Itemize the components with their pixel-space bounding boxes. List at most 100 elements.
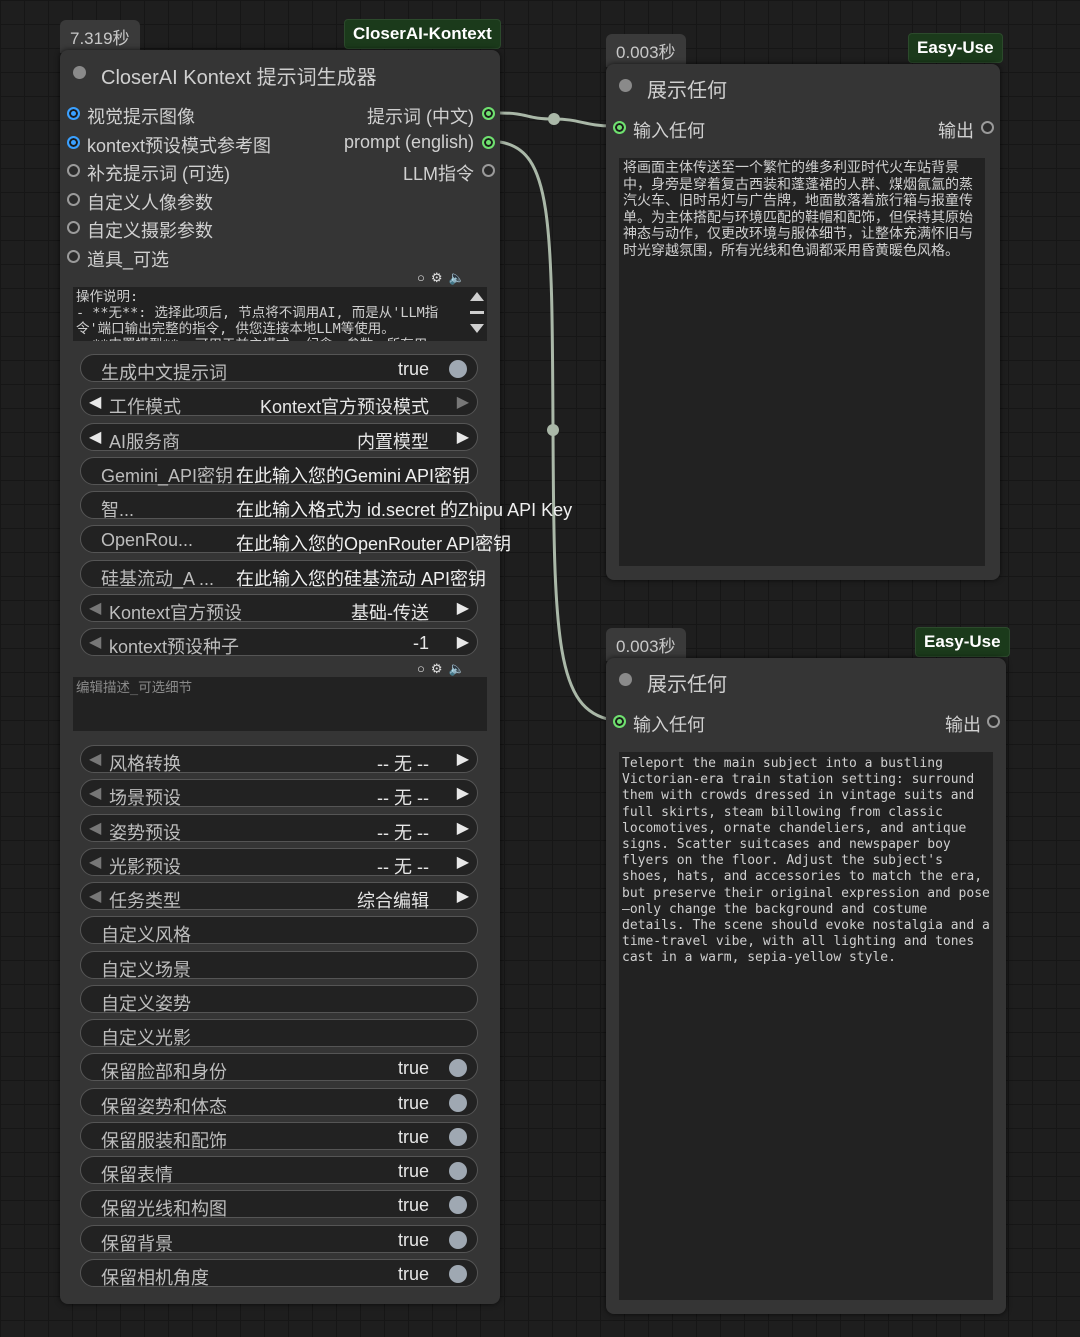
toggle-knob[interactable]: [449, 1162, 467, 1180]
arrow-right-icon[interactable]: ▶: [457, 427, 469, 447]
display-text-zh[interactable]: 将画面主体传送至一个繁忙的维多利亚时代火车站背景中，身旁是穿着复古西装和蓬蓬裙的…: [619, 158, 985, 566]
circle-icon[interactable]: ○: [417, 661, 431, 676]
combo-widget[interactable]: ◀ 任务类型 综合编辑 ▶: [80, 882, 478, 911]
toggle-knob[interactable]: [449, 1264, 467, 1283]
text-widget[interactable]: Gemini_API密钥 在此输入您的Gemini API密钥: [80, 456, 478, 486]
toggle-widget[interactable]: 保留相机角度 true: [80, 1258, 478, 1288]
arrow-left-icon[interactable]: ◀: [89, 427, 101, 447]
node-source-tag: Easy-Use: [908, 33, 1003, 63]
widget-label: OpenRou...: [101, 530, 194, 551]
arrow-right-icon[interactable]: ▶: [457, 818, 469, 838]
arrow-right-icon[interactable]: ▶: [457, 852, 469, 872]
text-widget[interactable]: OpenRou... 在此输入您的OpenRouter API密钥: [80, 525, 511, 554]
combo-widget[interactable]: ◀ 光影预设 -- 无 -- ▶: [80, 847, 478, 877]
toggle-widget[interactable]: 保留姿势和体态 true: [80, 1087, 478, 1117]
text-widget[interactable]: 自定义场景: [80, 950, 478, 980]
edit-description-textarea[interactable]: 编辑描述_可选细节: [73, 677, 487, 731]
arrow-left-icon[interactable]: ◀: [89, 632, 101, 652]
arrow-left-icon[interactable]: ◀: [89, 598, 101, 618]
text-widget[interactable]: 硅基流动_A ... 在此输入您的硅基流动 API密钥: [80, 559, 486, 589]
node-source-tag: Easy-Use: [915, 627, 1010, 657]
textarea-scroll-bar-icon[interactable]: [470, 311, 484, 314]
toggle-knob[interactable]: [449, 1196, 467, 1215]
input-label: 输入任何: [633, 715, 705, 735]
widget-value: 在此输入您的Gemini API密钥: [236, 465, 471, 486]
text-widget[interactable]: 自定义姿势: [80, 984, 478, 1014]
combo-widget[interactable]: ◀ 工作模式 Kontext官方预设模式 ▶: [80, 388, 478, 417]
toggle-widget[interactable]: 保留光线和构图 true: [80, 1190, 478, 1220]
input-label: 输入任何: [633, 121, 705, 141]
widget-label: Kontext官方预设: [109, 602, 243, 623]
instructions-textarea[interactable]: 操作说明: - **无**: 选择此项后, 节点将不调用AI, 而是从'LLM指…: [73, 287, 487, 341]
input-port[interactable]: [67, 193, 80, 206]
output-port[interactable]: [482, 136, 495, 149]
output-port[interactable]: [987, 715, 1000, 728]
input-port[interactable]: [67, 107, 80, 120]
input-port[interactable]: [67, 164, 80, 177]
arrow-left-icon[interactable]: ◀: [89, 818, 101, 838]
widget-label: 风格转换: [109, 754, 181, 774]
widget-value: true: [397, 1092, 429, 1113]
combo-widget[interactable]: ◀ 姿势预设 -- 无 -- ▶: [80, 813, 478, 843]
node-title: CloserAI Kontext 提示词生成器: [101, 67, 377, 89]
textarea-scroll-down-icon[interactable]: [470, 324, 484, 333]
input-label: 自定义人像参数: [87, 193, 213, 213]
toggle-knob[interactable]: [449, 1059, 467, 1078]
speaker-icon[interactable]: 🔈: [449, 270, 471, 285]
combo-widget[interactable]: ◀ 场景预设 -- 无 -- ▶: [80, 779, 478, 808]
arrow-right-icon[interactable]: ▶: [457, 886, 469, 906]
output-port[interactable]: [981, 121, 994, 134]
text-widget[interactable]: 自定义风格: [80, 916, 478, 945]
arrow-left-icon[interactable]: ◀: [89, 852, 101, 872]
combo-widget[interactable]: ◀ Kontext官方预设 基础-传送 ▶: [80, 593, 478, 623]
display-text-en[interactable]: Teleport the main subject into a bustlin…: [619, 752, 993, 1300]
collapse-dot[interactable]: [619, 79, 632, 92]
gear-icon[interactable]: ⚙: [431, 661, 449, 676]
output-port[interactable]: [482, 164, 495, 177]
node-source-tag: CloserAI-Kontext: [344, 19, 501, 49]
arrow-right-icon[interactable]: ▶: [457, 632, 469, 652]
toggle-widget[interactable]: 生成中文提示词 true: [80, 354, 478, 383]
widget-value: -- 无 --: [377, 754, 429, 774]
link-zh-to-show1: [499, 111, 613, 128]
gear-icon[interactable]: ⚙: [431, 270, 449, 285]
arrow-left-icon[interactable]: ◀: [89, 783, 101, 803]
input-port[interactable]: [67, 221, 80, 234]
arrow-left-icon[interactable]: ◀: [89, 392, 101, 412]
widget-value: true: [397, 1161, 429, 1181]
toggle-widget[interactable]: 保留脸部和身份 true: [80, 1053, 478, 1083]
input-label: 自定义摄影参数: [87, 221, 213, 241]
widget-label: 保留脸部和身份: [101, 1062, 227, 1083]
text-widget[interactable]: 自定义光影: [80, 1019, 478, 1048]
arrow-left-icon[interactable]: ◀: [89, 749, 101, 769]
input-port[interactable]: [67, 136, 80, 149]
textarea-scroll-up-icon[interactable]: [470, 292, 484, 301]
toggle-knob[interactable]: [449, 1127, 467, 1146]
arrow-right-icon[interactable]: ▶: [457, 749, 469, 769]
toggle-knob[interactable]: [449, 360, 467, 378]
text-widget[interactable]: 智... 在此输入格式为 id.secret 的Zhipu API Key: [80, 491, 572, 520]
arrow-right-icon[interactable]: ▶: [457, 392, 469, 412]
arrow-right-icon[interactable]: ▶: [457, 783, 469, 803]
toggle-knob[interactable]: [449, 1093, 467, 1112]
toggle-widget[interactable]: 保留表情 true: [80, 1156, 478, 1185]
collapse-dot[interactable]: [73, 66, 86, 79]
widget-value: true: [397, 1126, 429, 1147]
speaker-icon[interactable]: 🔈: [449, 661, 471, 676]
arrow-left-icon[interactable]: ◀: [89, 886, 101, 906]
toggle-widget[interactable]: 保留服装和配饰 true: [80, 1121, 478, 1151]
combo-widget[interactable]: ◀ kontext预设种子 -1 ▶: [80, 628, 478, 657]
toggle-knob[interactable]: [449, 1230, 467, 1249]
combo-widget[interactable]: ◀ AI服务商 内置模型 ▶: [80, 422, 478, 452]
toggle-widget[interactable]: 保留背景 true: [80, 1224, 478, 1254]
input-port[interactable]: [613, 715, 626, 728]
combo-widget[interactable]: ◀ 风格转换 -- 无 -- ▶: [80, 745, 478, 774]
input-port[interactable]: [613, 121, 626, 134]
input-port[interactable]: [67, 250, 80, 263]
circle-icon[interactable]: ○: [417, 270, 431, 285]
collapse-dot[interactable]: [619, 673, 632, 686]
widget-value: -- 无 --: [377, 822, 429, 843]
widget-label: 保留光线和构图: [101, 1199, 227, 1220]
arrow-right-icon[interactable]: ▶: [457, 598, 469, 618]
output-port[interactable]: [482, 107, 495, 120]
